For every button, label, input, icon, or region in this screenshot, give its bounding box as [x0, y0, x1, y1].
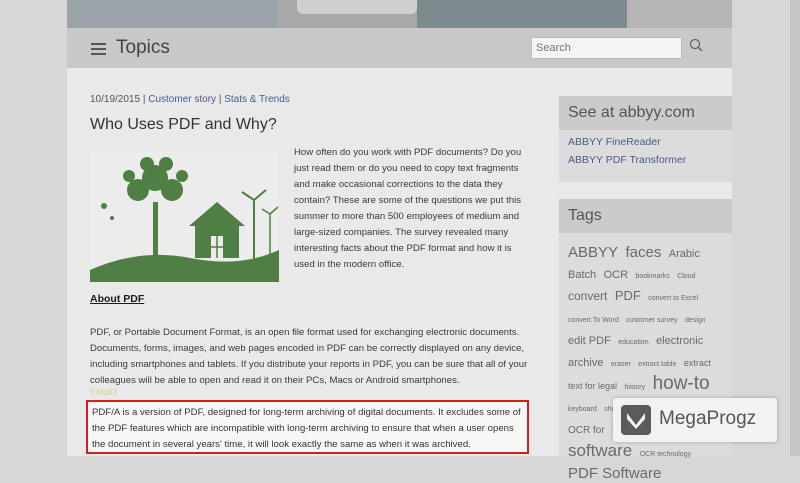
tag-link[interactable]: Arabic — [669, 248, 700, 260]
sidebar-link-finereader[interactable]: ABBYY FineReader — [568, 136, 723, 148]
page-title: Topics — [116, 37, 170, 58]
tag-link[interactable]: OCR — [604, 269, 628, 281]
tag-link[interactable]: faces — [625, 244, 661, 261]
tag-link[interactable]: extract table — [638, 361, 676, 368]
highlighted-paragraph-box: PDF/A is a version of PDF, designed for … — [86, 400, 529, 454]
tag-link[interactable]: convert to Excel — [648, 295, 698, 302]
tag-link[interactable]: ABBYY — [568, 244, 618, 261]
tag-link[interactable]: OCR for — [568, 425, 605, 436]
watermark-text: MegaProgz — [659, 408, 757, 429]
tag-link[interactable]: bookmarks — [636, 273, 670, 280]
sidebar-link-pdf-transformer[interactable]: ABBYY PDF Transformer — [568, 154, 723, 166]
topics-bar: Topics — [67, 28, 732, 68]
search-input[interactable] — [531, 37, 682, 59]
watermark-badge: MegaProgz — [613, 398, 777, 442]
category-link-stats-trends[interactable]: Stats & Trends — [224, 94, 290, 105]
tag-link[interactable]: eraser — [611, 361, 631, 368]
article-paragraph: PDF, or Portable Document Format, is an … — [90, 327, 528, 386]
article-meta: 10/19/2015 | Customer story | Stats & Tr… — [90, 94, 290, 105]
tag-link[interactable]: keyboard — [568, 406, 597, 413]
article-intro: How often do you work with PDF documents… — [294, 147, 522, 270]
highlighted-paragraph: PDF/A is a version of PDF, designed for … — [92, 407, 521, 450]
tag-link[interactable]: convert — [568, 289, 607, 303]
menu-icon[interactable] — [91, 43, 106, 55]
tag-link[interactable]: Cloud — [677, 273, 695, 280]
section-heading-about-pdf: About PDF — [90, 293, 145, 305]
sidebar-see-at-abbyy: See at abbyy.com ABBYY FineReader ABBYY … — [559, 96, 732, 182]
tag-link[interactable]: convert To Word — [568, 317, 619, 324]
sidebar-tags-title: Tags — [559, 199, 732, 233]
tag-link[interactable]: PDF — [615, 288, 641, 303]
overlay-color-label: 678d83 — [90, 388, 117, 397]
tag-link[interactable]: history — [624, 384, 645, 391]
header-banner-image — [67, 0, 732, 28]
sidebar-see-title: See at abbyy.com — [559, 96, 732, 130]
article-date: 10/19/2015 — [90, 94, 141, 105]
tag-link[interactable]: how-to — [653, 373, 710, 394]
article-title: Who Uses PDF and Why? — [90, 116, 277, 133]
tag-link[interactable]: education — [618, 339, 648, 346]
tag-link[interactable]: edit PDF — [568, 335, 611, 347]
tag-link[interactable]: PDF Software — [568, 465, 661, 482]
article-illustration — [90, 152, 279, 282]
scrollbar-track[interactable] — [790, 0, 800, 456]
tag-cloud: ABBYY faces Arabic Batch OCR bookmarks C… — [568, 243, 726, 483]
tag-link[interactable]: design — [685, 317, 706, 324]
tag-link[interactable]: software — [568, 441, 632, 460]
tag-link[interactable]: customer survey — [626, 317, 677, 324]
tag-link[interactable]: Batch — [568, 269, 596, 281]
category-link-customer-story[interactable]: Customer story — [148, 94, 216, 105]
tag-link[interactable]: OCR technology — [640, 451, 691, 458]
megaprogz-logo-icon — [621, 405, 651, 435]
search-icon[interactable] — [689, 38, 703, 52]
